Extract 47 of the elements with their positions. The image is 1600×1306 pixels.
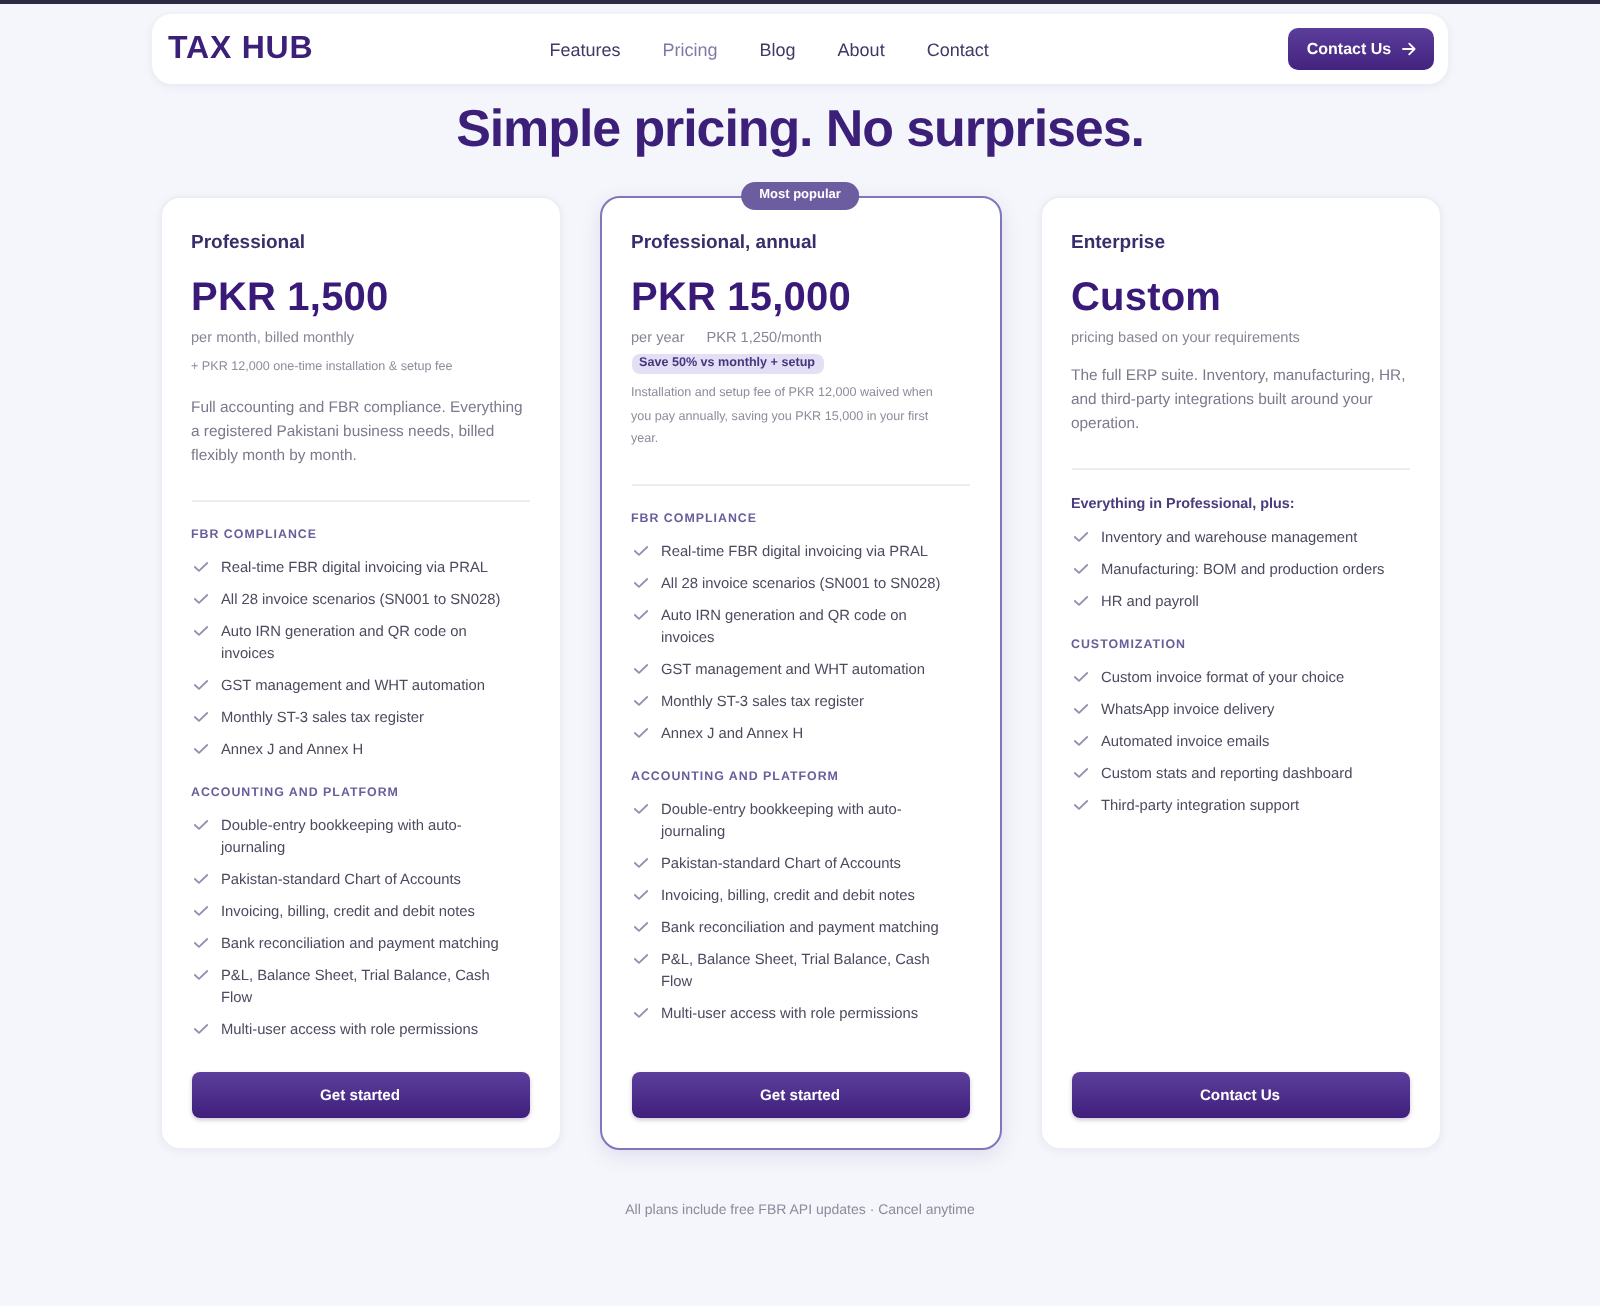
check-icon (633, 953, 647, 963)
check-icon (633, 1007, 647, 1017)
check-icon (633, 663, 647, 673)
check-icon (193, 593, 207, 603)
check-icon (633, 803, 647, 813)
check-icon (193, 905, 207, 915)
plan-price: PKR 1,500 (191, 276, 391, 320)
check-icon (1073, 672, 1087, 682)
nav-link[interactable]: Blog (759, 37, 796, 61)
check-icon (193, 625, 207, 635)
check-icon (1073, 704, 1087, 714)
page-heading: Simple pricing. No surprises. (456, 98, 1144, 158)
check-icon (633, 889, 647, 899)
check-icon (193, 1023, 207, 1033)
plan-price: PKR 15,000 (631, 276, 853, 320)
check-icon (1073, 800, 1087, 810)
logo: TAX HUB (168, 31, 314, 67)
check-icon (193, 711, 207, 721)
check-icon (633, 609, 647, 619)
check-icon (193, 819, 207, 829)
check-icon (1073, 596, 1087, 606)
check-icon (633, 727, 647, 737)
check-icon (1073, 532, 1087, 542)
check-icon (633, 921, 647, 931)
nav-link[interactable]: About (837, 37, 885, 61)
contact-button[interactable]: Contact Us (1288, 28, 1434, 70)
nav-link[interactable]: Contact (926, 37, 989, 61)
check-icon (633, 857, 647, 867)
plan-price: Custom (1071, 276, 1224, 320)
check-icon (193, 743, 207, 753)
nav-link[interactable]: Pricing (662, 37, 718, 61)
check-icon (633, 577, 647, 587)
check-icon (1073, 768, 1087, 778)
arrow-right-icon (1401, 42, 1416, 56)
plan-name: Professional, annual (631, 232, 819, 256)
check-icon (193, 937, 207, 947)
plan-name: Enterprise (1071, 232, 1167, 256)
check-icon (193, 561, 207, 571)
check-icon (1073, 564, 1087, 574)
check-icon (193, 679, 207, 689)
plan-name: Professional (191, 232, 308, 256)
check-icon (193, 969, 207, 979)
nav-link[interactable]: Features (549, 37, 621, 61)
check-icon (633, 695, 647, 705)
check-icon (633, 545, 647, 555)
check-icon (193, 873, 207, 883)
check-icon (1073, 736, 1087, 746)
